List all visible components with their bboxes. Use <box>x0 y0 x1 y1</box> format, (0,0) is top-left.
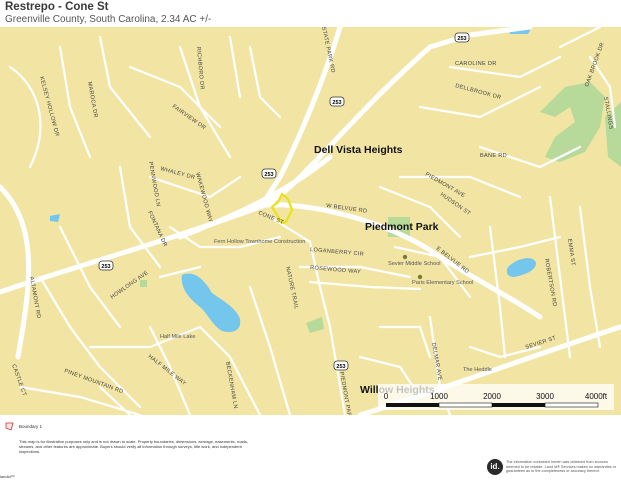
legend-label: Boundary 1 <box>19 424 43 429</box>
route-shield: 253 <box>454 32 470 43</box>
place-label-piedmont-park: Piedmont Park <box>365 221 439 233</box>
poi-label: The Heddle <box>463 367 492 373</box>
svg-text:253: 253 <box>332 100 341 106</box>
route-shield: 253 <box>261 168 277 179</box>
landid-logo: id. <box>487 459 503 475</box>
route-shield: 253 <box>329 96 345 107</box>
route-shield: 253 <box>98 260 114 271</box>
poi-label: Sevier Middle School <box>388 261 441 267</box>
map-subtitle: Greenville County, South Carolina, 2.34 … <box>5 14 212 25</box>
poi-label: Half Mile Lake <box>160 334 195 340</box>
poi-label: Paris Elementary School <box>412 280 473 286</box>
svg-text:253: 253 <box>264 172 273 178</box>
scale-label: 0 <box>384 392 389 401</box>
street-label: CAROLINE DR <box>455 61 497 67</box>
map-svg[interactable]: Dell Vista Heights Piedmont Park Willow … <box>0 27 621 415</box>
school-icon <box>417 274 423 280</box>
map-header: Restrepo - Cone St Greenville County, So… <box>0 0 621 27</box>
source-note: The information contained herein was obt… <box>506 460 617 474</box>
scale-bar: 0 1000 2000 3000 4000ft <box>378 384 614 410</box>
route-shield: 253 <box>333 360 349 371</box>
scale-label: 1000 <box>430 392 448 401</box>
scale-label: 2000 <box>483 392 501 401</box>
landid-wordmark: landid™ <box>0 474 15 479</box>
map-title: Restrepo - Cone St <box>5 1 109 13</box>
map-footer: Boundary 1 This map is for illustrative … <box>0 415 621 480</box>
street-label: BANE RD <box>480 153 507 159</box>
map-canvas[interactable]: Dell Vista Heights Piedmont Park Willow … <box>0 27 621 415</box>
boundary-legend-icon <box>5 422 14 431</box>
poi-label: Fern Hollow Townhome Construction <box>214 239 305 245</box>
school-icon <box>402 254 408 260</box>
svg-text:253: 253 <box>336 364 345 370</box>
disclaimer-text: This map is for illustrative purposes on… <box>19 439 249 454</box>
svg-text:253: 253 <box>457 36 466 42</box>
scale-label: 4000ft <box>585 392 608 401</box>
scale-label: 3000 <box>536 392 554 401</box>
svg-text:253: 253 <box>101 264 110 270</box>
place-label-dell-vista-heights: Dell Vista Heights <box>314 144 403 156</box>
